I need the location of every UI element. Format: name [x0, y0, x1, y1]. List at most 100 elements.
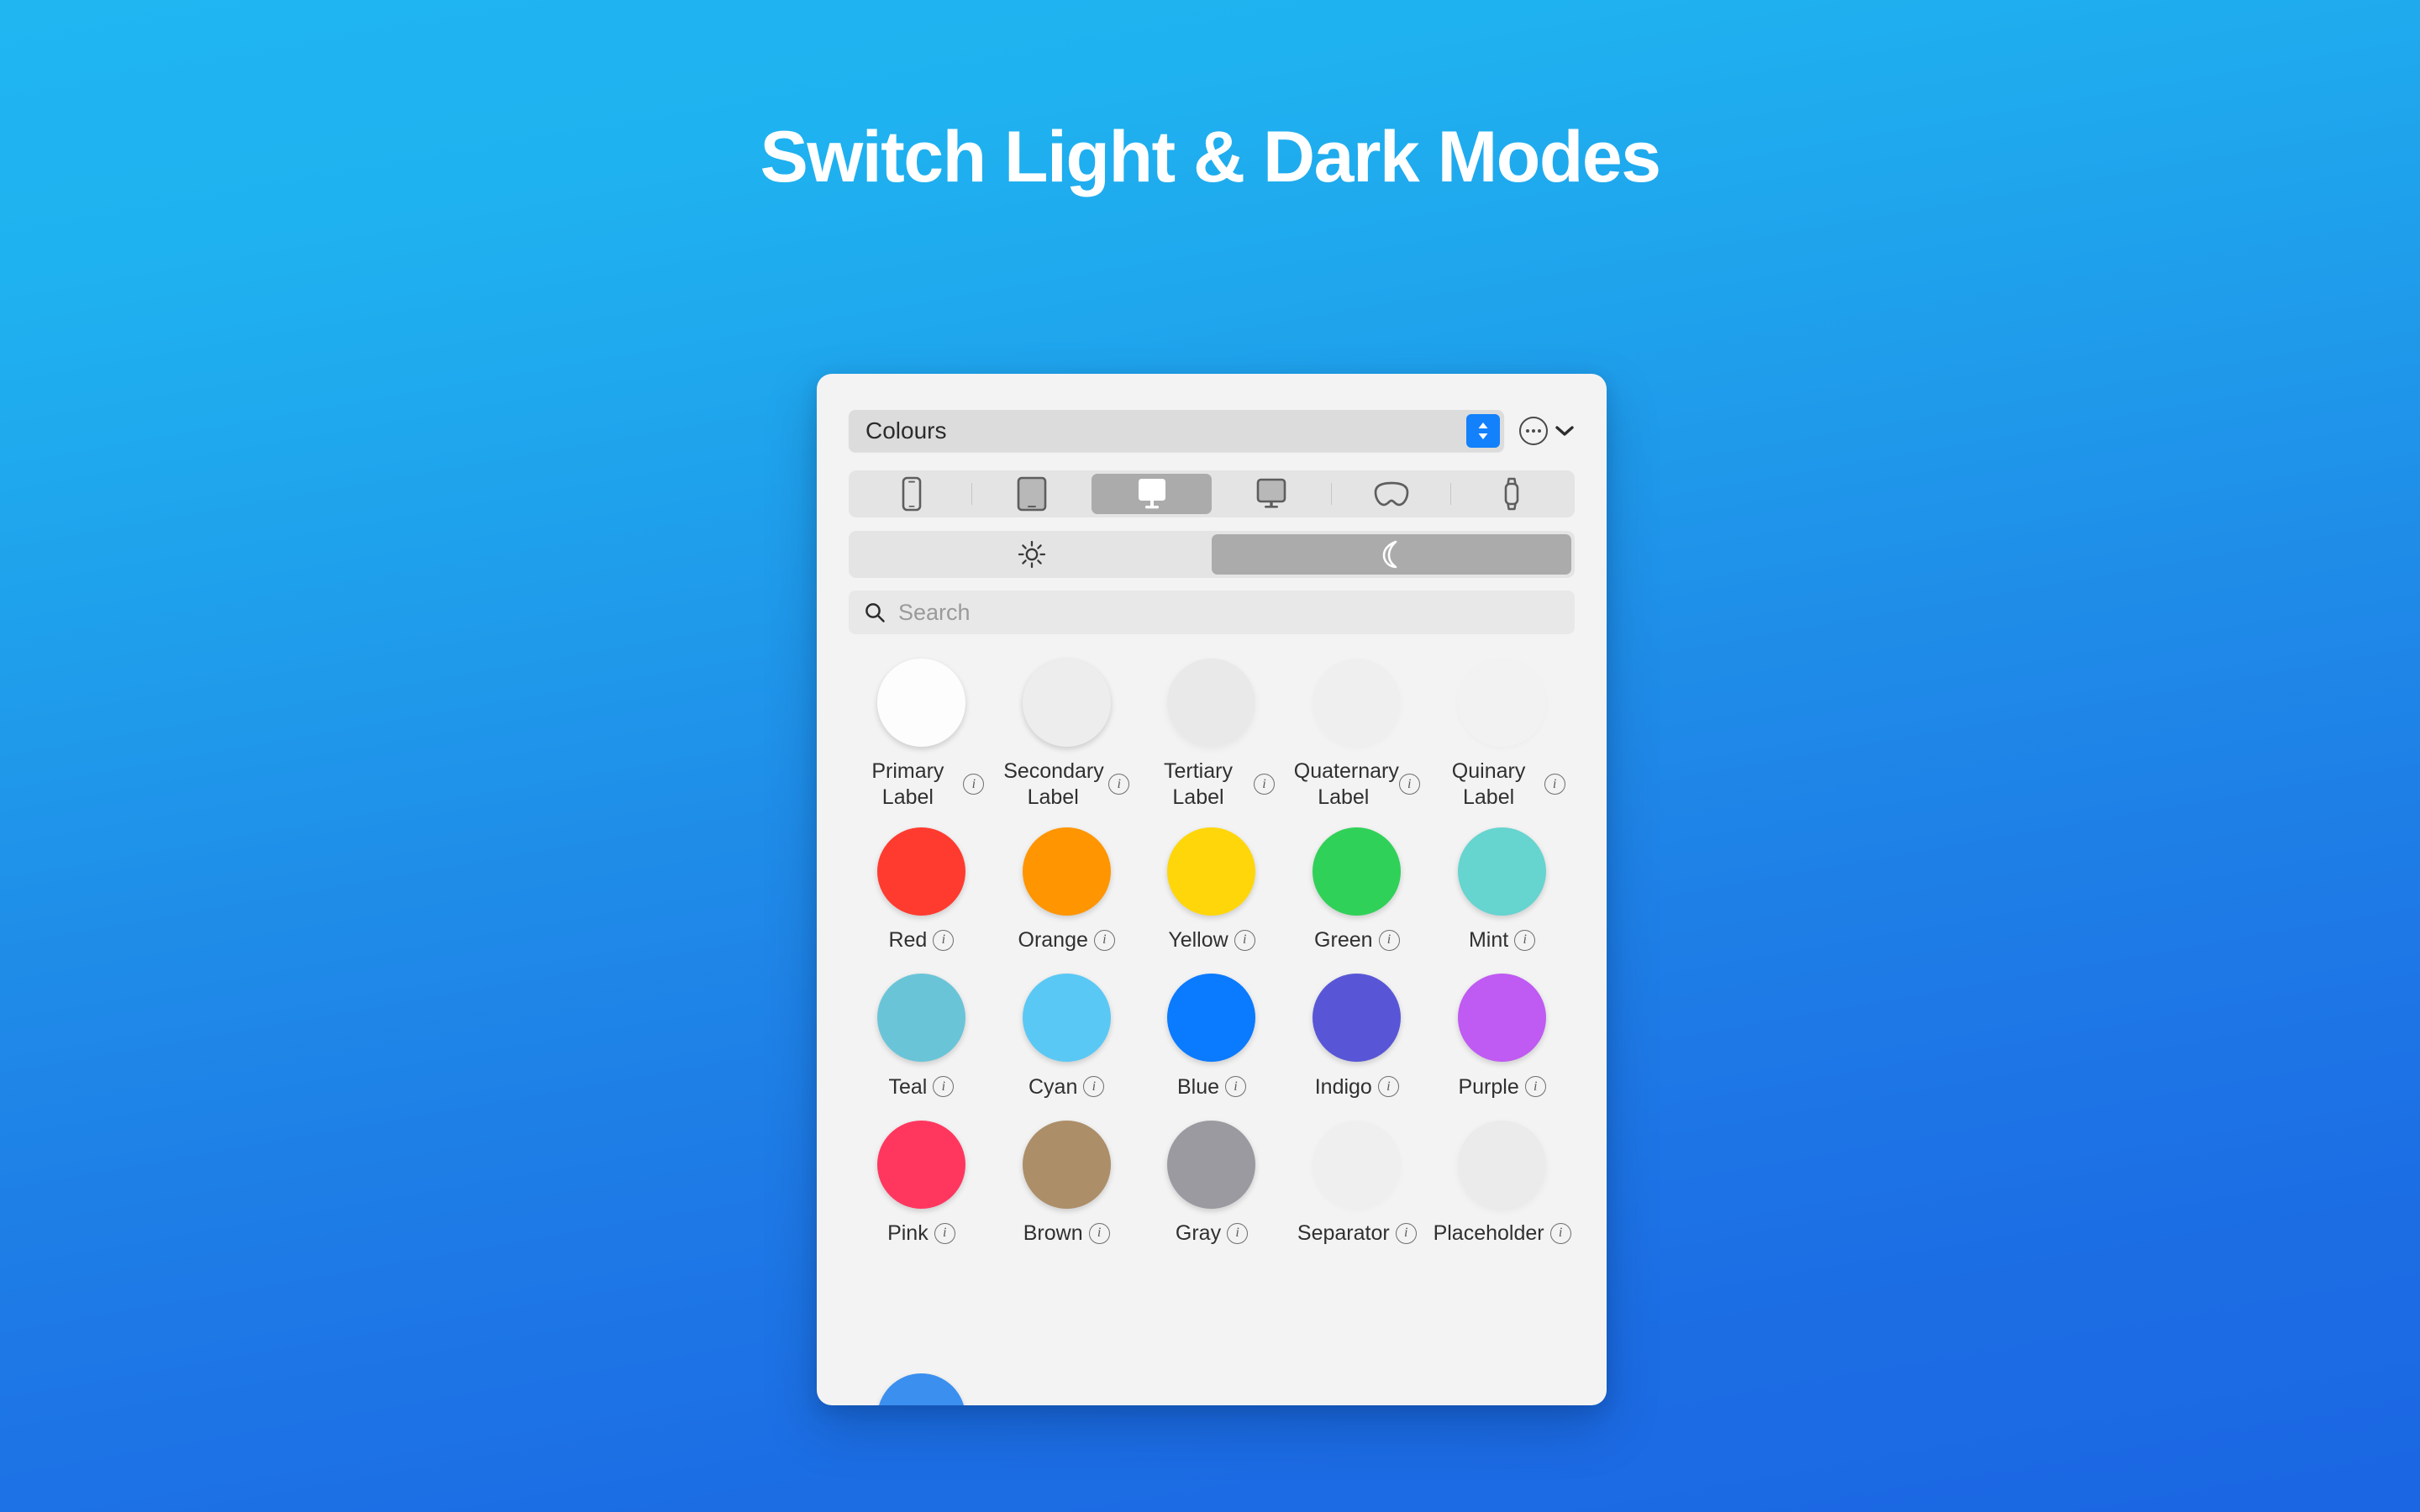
swatch-cell[interactable]: Secondary Label i: [994, 656, 1139, 810]
info-icon[interactable]: i: [1377, 1076, 1399, 1098]
info-icon[interactable]: i: [933, 1076, 955, 1098]
swatch-cell[interactable]: Gray i: [1139, 1118, 1285, 1247]
colour-dot[interactable]: [1313, 974, 1402, 1062]
colour-dot[interactable]: [876, 827, 965, 916]
colour-dot[interactable]: [1022, 1120, 1111, 1209]
colour-dot[interactable]: [1167, 658, 1256, 747]
swatch-dot-wrap[interactable]: [875, 656, 967, 748]
colour-dot[interactable]: [1313, 1120, 1402, 1209]
colour-dot[interactable]: [1167, 827, 1256, 916]
swatch-cell[interactable]: Quinary Label i: [1429, 656, 1575, 810]
info-icon[interactable]: i: [1514, 929, 1536, 951]
source-row: Colours: [849, 410, 1575, 452]
info-icon[interactable]: i: [1544, 774, 1565, 795]
swatch-cell[interactable]: Separator i: [1284, 1118, 1429, 1247]
swatch-cell[interactable]: Primary Label i: [849, 656, 994, 810]
colour-dot[interactable]: [1167, 1120, 1256, 1209]
swatch-cell[interactable]: Indigo i: [1284, 972, 1429, 1100]
info-icon[interactable]: i: [1225, 1076, 1247, 1098]
swatch-dot-wrap[interactable]: [1020, 656, 1113, 748]
device-segment-watch[interactable]: [1451, 474, 1571, 514]
swatch-dot-wrap[interactable]: [875, 825, 967, 917]
info-icon[interactable]: i: [1088, 1222, 1110, 1244]
info-icon[interactable]: i: [933, 929, 955, 951]
info-icon[interactable]: i: [963, 774, 985, 795]
colour-dot[interactable]: [1313, 658, 1402, 747]
swatch-dot-wrap[interactable]: [1311, 825, 1403, 917]
swatch-dot-wrap[interactable]: [1165, 656, 1258, 748]
swatch-cell[interactable]: Mint i: [1429, 825, 1575, 953]
device-segment-ipad[interactable]: [972, 474, 1092, 514]
swatch-label: Green: [1314, 928, 1373, 952]
info-icon[interactable]: i: [1398, 774, 1420, 795]
info-icon[interactable]: i: [1549, 1222, 1571, 1244]
swatch-dot-wrap[interactable]: [1456, 825, 1549, 917]
swatch-dot-wrap[interactable]: [1311, 656, 1403, 748]
info-icon[interactable]: i: [1108, 774, 1130, 795]
swatch-dot-wrap[interactable]: [1456, 1118, 1549, 1210]
swatch-cell[interactable]: [849, 1373, 994, 1405]
swatch-label: Yellow: [1168, 928, 1228, 952]
source-popup-button[interactable]: Colours: [849, 410, 1504, 452]
device-segment-vision[interactable]: [1332, 474, 1452, 514]
colour-dot[interactable]: [876, 1373, 965, 1405]
colour-dot[interactable]: [876, 1120, 965, 1209]
info-icon[interactable]: i: [1253, 774, 1275, 795]
swatch-cell[interactable]: Tertiary Label i: [1139, 656, 1285, 810]
appearance-segmented-control[interactable]: [849, 531, 1575, 578]
swatch-cell[interactable]: Purple i: [1429, 972, 1575, 1100]
swatch-dot-wrap[interactable]: [1020, 972, 1113, 1064]
swatch-dot-wrap[interactable]: [1165, 972, 1258, 1064]
device-segment-iphone[interactable]: [852, 474, 972, 514]
colour-dot[interactable]: [1458, 974, 1547, 1062]
info-icon[interactable]: i: [1378, 929, 1400, 951]
swatch-cell[interactable]: Pink i: [849, 1118, 994, 1247]
appearance-segment-dark[interactable]: [1212, 534, 1571, 575]
swatch-dot-wrap[interactable]: [1165, 825, 1258, 917]
swatch-dot-wrap[interactable]: [1020, 825, 1113, 917]
colour-dot[interactable]: [1458, 1120, 1547, 1209]
more-options-button[interactable]: [1519, 417, 1575, 445]
colour-dot[interactable]: [1022, 974, 1111, 1062]
swatch-dot-wrap[interactable]: [1020, 1118, 1113, 1210]
swatch-cell[interactable]: Red i: [849, 825, 994, 953]
swatch-cell[interactable]: Cyan i: [994, 972, 1139, 1100]
info-icon[interactable]: i: [1093, 929, 1115, 951]
info-icon[interactable]: i: [1395, 1222, 1417, 1244]
swatch-dot-wrap[interactable]: [1311, 972, 1403, 1064]
swatch-cell[interactable]: Brown i: [994, 1118, 1139, 1247]
colour-dot[interactable]: [1167, 974, 1256, 1062]
info-icon[interactable]: i: [1227, 1222, 1249, 1244]
swatch-cell[interactable]: Quaternary Label i: [1284, 656, 1429, 810]
swatch-dot-wrap[interactable]: [1456, 656, 1549, 748]
device-segment-mac[interactable]: [1092, 474, 1213, 514]
colour-dot[interactable]: [1313, 827, 1402, 916]
swatch-dot-wrap[interactable]: [875, 972, 967, 1064]
colour-dot[interactable]: [1022, 658, 1111, 747]
colour-dot[interactable]: [876, 974, 965, 1062]
info-icon[interactable]: i: [934, 1222, 955, 1244]
stepper-up-down-icon[interactable]: [1466, 414, 1500, 448]
swatch-cell[interactable]: Orange i: [994, 825, 1139, 953]
colour-dot[interactable]: [1458, 658, 1547, 747]
appearance-segment-light[interactable]: [852, 534, 1212, 575]
colour-dot[interactable]: [1458, 827, 1547, 916]
colour-dot[interactable]: [1022, 827, 1111, 916]
swatch-cell[interactable]: Green i: [1284, 825, 1429, 953]
colour-dot[interactable]: [876, 658, 965, 747]
swatch-cell[interactable]: Placeholder i: [1429, 1118, 1575, 1247]
device-segmented-control[interactable]: [849, 470, 1575, 517]
swatch-cell[interactable]: Yellow i: [1139, 825, 1285, 953]
search-field[interactable]: Search: [849, 591, 1575, 634]
swatch-dot-wrap[interactable]: [875, 1118, 967, 1210]
info-icon[interactable]: i: [1234, 929, 1255, 951]
swatch-cell[interactable]: Blue i: [1139, 972, 1285, 1100]
info-icon[interactable]: i: [1083, 1076, 1105, 1098]
swatch-dot-wrap[interactable]: [1165, 1118, 1258, 1210]
colour-swatch-grid: Primary Label i Secondary Label i Tertia…: [849, 656, 1575, 1247]
device-segment-display[interactable]: [1212, 474, 1332, 514]
swatch-cell[interactable]: Teal i: [849, 972, 994, 1100]
swatch-dot-wrap[interactable]: [1456, 972, 1549, 1064]
info-icon[interactable]: i: [1524, 1076, 1546, 1098]
swatch-dot-wrap[interactable]: [1311, 1118, 1403, 1210]
